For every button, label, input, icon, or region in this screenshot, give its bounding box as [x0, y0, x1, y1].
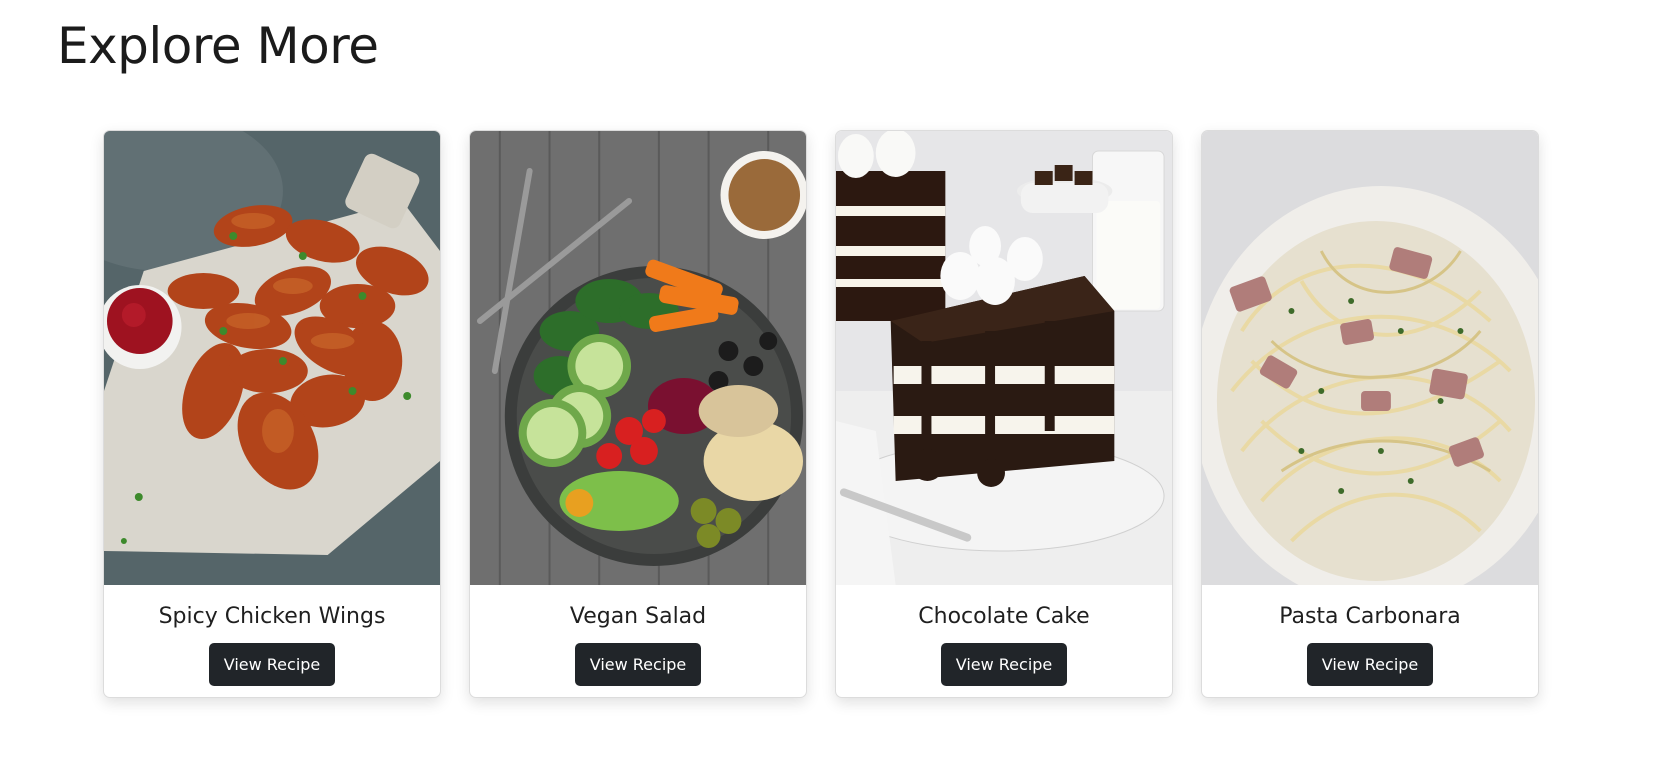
recipe-title: Chocolate Cake — [918, 604, 1090, 629]
view-recipe-button[interactable]: View Recipe — [574, 643, 702, 686]
recipe-card-chocolate-cake: Chocolate Cake View Recipe — [835, 130, 1173, 698]
page-title: Explore More — [57, 17, 379, 75]
recipe-title: Spicy Chicken Wings — [158, 604, 386, 629]
recipe-card-chicken-wings: Spicy Chicken Wings View Recipe — [103, 130, 441, 698]
card-body: Chocolate Cake View Recipe — [836, 585, 1172, 697]
recipe-title: Vegan Salad — [569, 604, 707, 629]
vegan-salad-photo[interactable] — [470, 131, 806, 585]
view-recipe-button[interactable]: View Recipe — [208, 643, 336, 686]
chicken-wings-photo[interactable] — [104, 131, 440, 585]
explore-page: Explore More Spicy Chicken Wings View Re… — [0, 0, 1672, 777]
chocolate-cake-photo[interactable] — [836, 131, 1172, 585]
recipe-card-pasta-carbonara: Pasta Carbonara View Recipe — [1201, 130, 1539, 698]
card-body: Spicy Chicken Wings View Recipe — [104, 585, 440, 697]
view-recipe-button[interactable]: View Recipe — [1306, 643, 1434, 686]
pasta-carbonara-photo[interactable] — [1202, 131, 1538, 585]
card-body: Vegan Salad View Recipe — [470, 585, 806, 697]
view-recipe-button[interactable]: View Recipe — [940, 643, 1068, 686]
recipe-grid: Spicy Chicken Wings View Recipe Vegan Sa… — [103, 130, 1539, 698]
recipe-title: Pasta Carbonara — [1279, 604, 1461, 629]
card-body: Pasta Carbonara View Recipe — [1202, 585, 1538, 697]
recipe-card-vegan-salad: Vegan Salad View Recipe — [469, 130, 807, 698]
